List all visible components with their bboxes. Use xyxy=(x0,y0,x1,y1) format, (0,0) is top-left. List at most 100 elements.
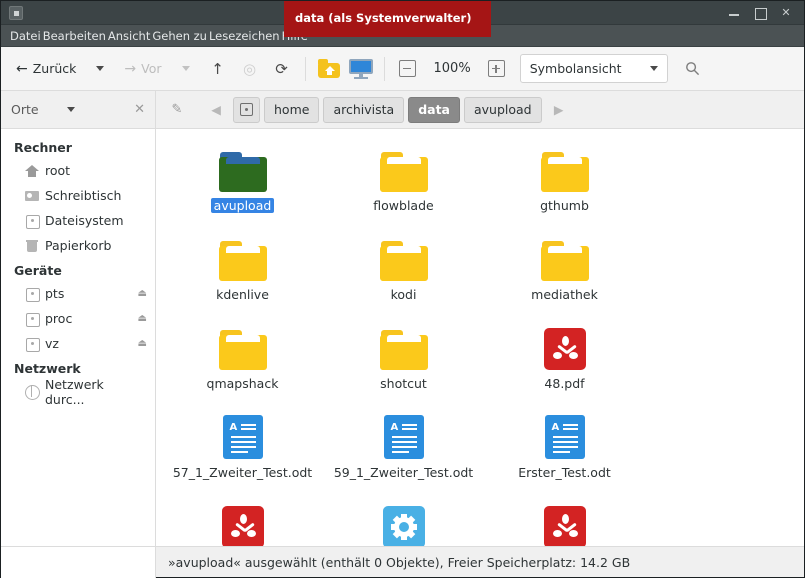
sidebar-item-label: root xyxy=(45,163,71,178)
file-icon-wrap xyxy=(382,500,425,546)
pdf-file-icon xyxy=(221,506,264,546)
stop-button[interactable]: ◎ xyxy=(235,54,265,84)
file-item[interactable]: avupload xyxy=(162,139,323,228)
close-button[interactable]: ✕ xyxy=(780,6,792,19)
eject-icon[interactable]: ⏏ xyxy=(138,288,147,299)
zoom-out-button[interactable] xyxy=(393,54,423,84)
zoom-in-button[interactable] xyxy=(482,54,512,84)
file-item[interactable]: 48.pdf xyxy=(484,317,645,406)
sidebar-item-proc[interactable]: proc ⏏ xyxy=(1,306,155,331)
chevron-down-icon[interactable] xyxy=(66,107,75,112)
chevron-down-icon xyxy=(96,66,105,71)
file-item[interactable]: kdenlive xyxy=(162,228,323,317)
folder-icon xyxy=(218,330,267,370)
toolbar-separator xyxy=(383,56,385,81)
sidebar-item-schreibtisch[interactable]: Schreibtisch xyxy=(1,183,155,208)
disk-icon xyxy=(25,214,40,229)
file-item[interactable]: kodi xyxy=(323,228,484,317)
file-item[interactable]: A Erster_Test.odt xyxy=(484,406,645,495)
globe-icon xyxy=(25,384,40,400)
menu-item-datei[interactable]: Datei xyxy=(9,29,42,43)
up-button[interactable]: ↑ xyxy=(203,54,233,84)
file-label: kodi xyxy=(390,287,417,302)
maximize-button[interactable] xyxy=(754,7,767,20)
sidebar-item-vz[interactable]: vz ⏏ xyxy=(1,331,155,356)
file-icon-wrap xyxy=(543,500,586,546)
content-pane: ✎ ◀ home archivista data avupload ▶ avup… xyxy=(156,91,804,546)
file-icon-wrap xyxy=(540,144,589,192)
toolbar-separator xyxy=(304,56,306,81)
display-button[interactable] xyxy=(346,54,376,84)
breadcrumb-device-button[interactable] xyxy=(233,96,260,123)
zoom-in-icon xyxy=(488,60,506,77)
menu-item-ansicht[interactable]: Ansicht xyxy=(107,29,151,43)
menu-item-bearbeiten[interactable]: Bearbeiten xyxy=(42,29,107,43)
eject-icon[interactable]: ⏏ xyxy=(138,338,147,349)
breadcrumb-data[interactable]: data xyxy=(408,96,460,123)
sidebar-close-icon[interactable]: ✕ xyxy=(134,103,145,116)
forward-button[interactable]: → Vor xyxy=(117,54,168,84)
file-item[interactable]: flowblade xyxy=(323,139,484,228)
file-item[interactable]: A 59_1_Zweiter_Test.odt xyxy=(323,406,484,495)
breadcrumb-avupload[interactable]: avupload xyxy=(463,96,542,123)
search-icon xyxy=(686,62,700,76)
sidebar-item-dateisystem[interactable]: Dateisystem xyxy=(1,208,155,233)
menu-item-lesezeichen[interactable]: Lesezeichen xyxy=(208,29,281,43)
reload-button[interactable]: ⟳ xyxy=(267,54,297,84)
sidebar-title: Orte xyxy=(11,102,39,117)
sidebar-group-rechner: Rechner xyxy=(14,140,72,155)
file-manager-window: data (als Systemverwalter) ✕ Datei Bearb… xyxy=(0,0,805,578)
file-item[interactable]: internal.pdf xyxy=(162,495,323,546)
pdf-file-icon xyxy=(543,506,586,546)
eject-icon[interactable]: ⏏ xyxy=(138,313,147,324)
file-label: Erster_Test.odt xyxy=(518,465,611,480)
search-button[interactable] xyxy=(678,54,708,84)
minimize-button[interactable] xyxy=(728,7,740,19)
forward-dropdown-button[interactable] xyxy=(171,54,201,84)
path-edit-button[interactable]: ✎ xyxy=(164,96,190,123)
breadcrumb-archivista[interactable]: archivista xyxy=(323,96,405,123)
annotated-window-title: data (als Systemverwalter) xyxy=(295,11,472,25)
disk-icon xyxy=(25,287,40,302)
file-item[interactable]: mediathek xyxy=(484,228,645,317)
sidebar-item-netzwerk-durchsuchen[interactable]: Netzwerk durc... xyxy=(1,377,155,407)
breadcrumb-home[interactable]: home xyxy=(264,96,320,123)
sidebar-list: Rechner root Schreibtisch Dateisystem Pa… xyxy=(1,129,155,546)
file-item[interactable]: gthumb xyxy=(484,139,645,228)
back-dropdown-button[interactable] xyxy=(85,54,115,84)
menu-item-hilfe[interactable]: Hilfe xyxy=(281,29,309,43)
odt-file-icon: A xyxy=(383,415,424,459)
sidebar-header: Orte ✕ xyxy=(1,91,155,129)
view-mode-select[interactable]: Symbolansicht xyxy=(519,54,668,83)
file-label: 59_1_Zweiter_Test.odt xyxy=(333,465,474,480)
trash-icon xyxy=(25,239,39,253)
window-controls: ✕ xyxy=(728,6,804,20)
forward-label: Vor xyxy=(141,61,162,76)
back-button[interactable]: ← Zurück xyxy=(9,54,83,84)
sidebar-item-label: proc xyxy=(45,311,73,326)
file-item[interactable]: test.pdf xyxy=(484,495,645,546)
forward-arrow-icon: → xyxy=(124,60,137,77)
sidebar-item-papierkorb[interactable]: Papierkorb xyxy=(1,233,155,258)
breadcrumb-scroll-left-button[interactable]: ◀ xyxy=(203,96,229,123)
desktop-icon xyxy=(25,189,39,203)
menu-item-gehen-zu[interactable]: Gehen zu xyxy=(151,29,208,43)
main-body: Orte ✕ Rechner root Schreibtisch Dateisy… xyxy=(1,91,804,546)
file-label: avupload xyxy=(210,198,275,213)
file-item[interactable]: A 57_1_Zweiter_Test.odt xyxy=(162,406,323,495)
sidebar-item-root[interactable]: root xyxy=(1,158,155,183)
file-icon-wrap xyxy=(218,144,267,192)
file-item[interactable]: qmapshack xyxy=(162,317,323,406)
file-label: flowblade xyxy=(373,198,434,213)
file-item[interactable]: shotcut xyxy=(323,317,484,406)
menu-bar: Datei Bearbeiten Ansicht Gehen zu Leseze… xyxy=(1,25,804,47)
file-item[interactable]: OpenShot-v2.5.1-x86_64.AppImage xyxy=(323,495,484,546)
breadcrumb-scroll-right-button[interactable]: ▶ xyxy=(545,96,572,123)
home-folder-button[interactable] xyxy=(314,54,344,84)
sidebar-item-label: Papierkorb xyxy=(45,238,112,253)
file-icon-wrap xyxy=(543,322,586,370)
file-label: shotcut xyxy=(380,376,427,391)
file-icon-view[interactable]: avupload flowblade gthumb kdenlive kodi media… xyxy=(156,129,804,546)
sidebar-item-pts[interactable]: pts ⏏ xyxy=(1,281,155,306)
back-label: Zurück xyxy=(32,61,77,76)
